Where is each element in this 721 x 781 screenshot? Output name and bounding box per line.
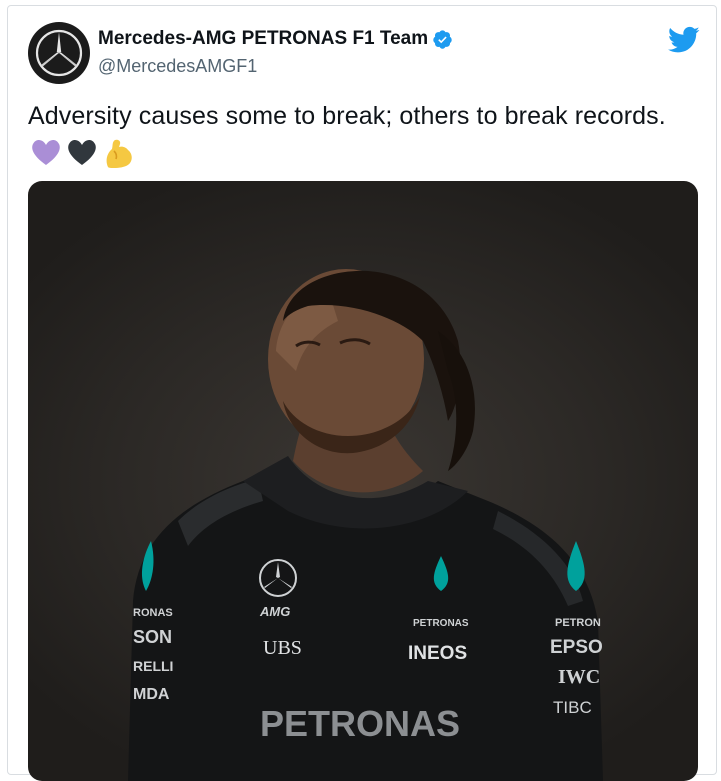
tweet-text: Adversity causes some to break; others t… — [28, 102, 666, 130]
purple-heart-icon — [32, 139, 60, 165]
suit-text-ubs: UBS — [263, 637, 302, 659]
suit-text-ineos: INEOS — [408, 643, 467, 664]
verified-badge-icon — [433, 30, 452, 49]
suit-text-petronas-large: PETRONAS — [260, 703, 460, 744]
suit-text-son: SON — [133, 627, 172, 647]
suit-text-petron: PETRON — [555, 617, 601, 629]
black-heart-icon — [68, 139, 96, 165]
suit-text-ronas: RONAS — [133, 607, 173, 619]
author-avatar[interactable] — [28, 22, 90, 84]
suit-text-amg: AMG — [259, 604, 290, 619]
suit-text-tibc: TIBC — [553, 698, 592, 717]
twitter-bird-icon[interactable] — [668, 26, 700, 54]
tweet-photo[interactable]: RONAS SON RELLI MDA AMG UBS INEOS PETRON… — [28, 181, 698, 781]
driver-portrait-image: RONAS SON RELLI MDA AMG UBS INEOS PETRON… — [128, 269, 603, 781]
suit-text-relli: RELLI — [133, 658, 173, 674]
author-name[interactable]: Mercedes-AMG PETRONAS F1 Team — [98, 28, 428, 50]
flexed-biceps-icon — [106, 139, 132, 168]
tweet-card[interactable]: Mercedes-AMG PETRONAS F1 Team @MercedesA… — [7, 5, 717, 781]
suit-text-epso: EPSO — [550, 637, 603, 658]
mercedes-star-icon — [35, 29, 83, 77]
author-handle[interactable]: @MercedesAMGF1 — [98, 56, 257, 77]
suit-text-petronas-small: PETRONAS — [413, 618, 469, 629]
suit-text-mda: MDA — [133, 686, 170, 703]
suit-text-iwc: IWC — [558, 666, 600, 688]
